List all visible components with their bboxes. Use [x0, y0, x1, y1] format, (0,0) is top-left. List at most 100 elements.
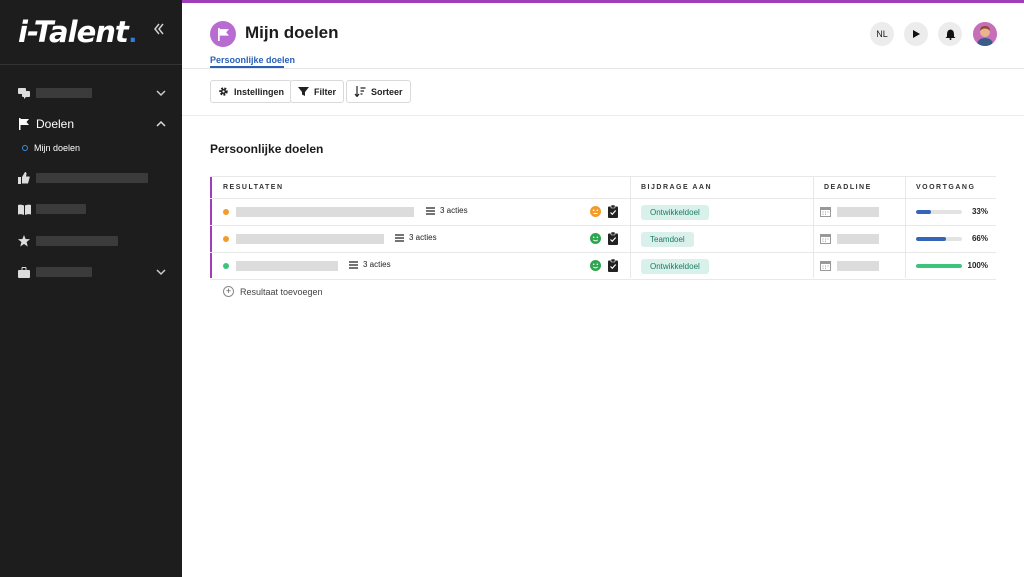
- status-dot: [223, 263, 229, 269]
- deadline-redacted[interactable]: [837, 207, 879, 217]
- star-icon: [16, 235, 32, 247]
- column-header-resultaten: RESULTATEN: [223, 184, 284, 191]
- app-logo[interactable]: i-Talent .: [18, 15, 137, 51]
- filter-icon: [298, 87, 309, 96]
- sidebar-item-6[interactable]: [0, 259, 182, 285]
- list-icon: [395, 233, 404, 242]
- notifications-button[interactable]: [938, 22, 962, 46]
- sidebar-item-5[interactable]: [0, 228, 182, 254]
- sidebar-subitem-label: Mijn doelen: [34, 143, 81, 153]
- collapse-sidebar-button[interactable]: [150, 22, 168, 40]
- gear-icon: [219, 87, 228, 96]
- column-header-voortgang: VOORTGANG: [916, 184, 976, 191]
- calendar-icon[interactable]: [820, 206, 831, 217]
- sort-button[interactable]: Sorteer: [346, 80, 411, 103]
- progress-fill: [916, 237, 947, 241]
- table-header: RESULTATEN BIJDRAGE AAN DEADLINE VOORTGA…: [210, 176, 996, 199]
- sidebar-item-1[interactable]: [0, 80, 182, 106]
- settings-button-label: Instellingen: [234, 86, 285, 97]
- sidebar-item-4[interactable]: [0, 196, 182, 222]
- top-accent-bar: [182, 0, 1024, 3]
- sidebar-item-redacted: [36, 236, 118, 246]
- acties-label: 3 acties: [363, 260, 391, 269]
- add-result-label: Resultaat toevoegen: [240, 286, 323, 297]
- add-result-button[interactable]: + Resultaat toevoegen: [223, 286, 323, 297]
- toolbar-divider: [182, 115, 1024, 116]
- acties-link[interactable]: 3 acties: [349, 260, 391, 269]
- book-icon: [16, 204, 32, 215]
- section-title: Persoonlijke doelen: [210, 142, 324, 156]
- chevron-up-icon: [156, 120, 166, 127]
- progress-bar: [916, 210, 962, 214]
- double-chevron-left-icon: [154, 23, 164, 35]
- filter-button-label: Filter: [314, 86, 337, 97]
- logo-dot: .: [128, 17, 137, 49]
- clipboard-check-icon[interactable]: [608, 232, 618, 245]
- happy-face-icon[interactable]: [590, 260, 601, 271]
- page-title: Mijn doelen: [245, 23, 339, 42]
- plus-circle-icon: +: [223, 286, 234, 297]
- progress-fill: [916, 264, 962, 268]
- acties-link[interactable]: 3 acties: [395, 233, 437, 242]
- progress-bar: [916, 264, 962, 268]
- chevron-down-icon: [156, 269, 166, 276]
- calendar-icon[interactable]: [820, 233, 831, 244]
- play-icon: [913, 30, 920, 38]
- table-row[interactable]: 3 acties Ontwikkeldoel 100%: [210, 253, 996, 280]
- contribution-badge: Teamdoel: [641, 232, 694, 247]
- result-title-redacted[interactable]: [236, 234, 384, 244]
- acties-link[interactable]: 3 acties: [426, 206, 468, 215]
- status-dot: [223, 236, 229, 242]
- sidebar-item-label: Doelen: [36, 117, 75, 131]
- result-title-redacted[interactable]: [236, 207, 414, 217]
- flag-icon: [16, 118, 32, 130]
- progress-fill: [916, 210, 932, 214]
- clipboard-check-icon[interactable]: [608, 205, 618, 218]
- acties-label: 3 acties: [440, 206, 468, 215]
- thumbs-up-icon: [16, 172, 32, 184]
- goal-flag-icon: [210, 21, 236, 47]
- progress-label: 33%: [971, 207, 988, 216]
- calendar-icon[interactable]: [820, 260, 831, 271]
- sidebar-item-doelen[interactable]: Doelen: [0, 111, 182, 137]
- header-divider: [182, 68, 1024, 69]
- settings-button[interactable]: Instellingen: [210, 80, 293, 103]
- list-icon: [349, 260, 358, 269]
- logo-text: i-Talent: [18, 15, 129, 49]
- chevron-down-icon: [156, 90, 166, 97]
- progress-bar: [916, 237, 962, 241]
- sidebar-subitem-mijn-doelen[interactable]: Mijn doelen: [22, 141, 80, 155]
- result-title-redacted[interactable]: [236, 261, 338, 271]
- acties-label: 3 acties: [409, 233, 437, 242]
- play-button[interactable]: [904, 22, 928, 46]
- contribution-badge: Ontwikkeldoel: [641, 205, 709, 220]
- clipboard-check-icon[interactable]: [608, 259, 618, 272]
- table-row[interactable]: 3 acties Ontwikkeldoel 33%: [210, 199, 996, 226]
- happy-face-icon[interactable]: [590, 233, 601, 244]
- avatar-icon: [973, 22, 997, 46]
- tab-persoonlijke-doelen[interactable]: Persoonlijke doelen: [210, 55, 295, 65]
- chat-bubbles-icon: [16, 87, 32, 99]
- column-header-bijdrage: BIJDRAGE AAN: [641, 184, 713, 191]
- sidebar-item-redacted: [36, 204, 86, 214]
- table-row[interactable]: 3 acties Teamdoel 66%: [210, 226, 996, 253]
- deadline-redacted[interactable]: [837, 234, 879, 244]
- active-dot-icon: [22, 145, 28, 151]
- deadline-redacted[interactable]: [837, 261, 879, 271]
- sidebar-item-3[interactable]: [0, 165, 182, 191]
- sort-button-label: Sorteer: [371, 86, 403, 97]
- contribution-badge: Ontwikkeldoel: [641, 259, 709, 274]
- briefcase-icon: [16, 266, 32, 278]
- filter-button[interactable]: Filter: [290, 80, 345, 103]
- sidebar-item-redacted: [36, 173, 148, 183]
- neutral-face-icon[interactable]: [590, 206, 601, 217]
- progress-label: 100%: [967, 261, 988, 270]
- status-dot: [223, 209, 229, 215]
- sidebar-item-redacted: [36, 267, 92, 277]
- language-button[interactable]: NL: [870, 22, 894, 46]
- sort-icon: [354, 86, 366, 97]
- user-avatar[interactable]: [973, 22, 997, 46]
- list-icon: [426, 206, 435, 215]
- bell-icon: [945, 29, 955, 40]
- sidebar: i-Talent . Doelen Mijn doelen: [0, 0, 182, 577]
